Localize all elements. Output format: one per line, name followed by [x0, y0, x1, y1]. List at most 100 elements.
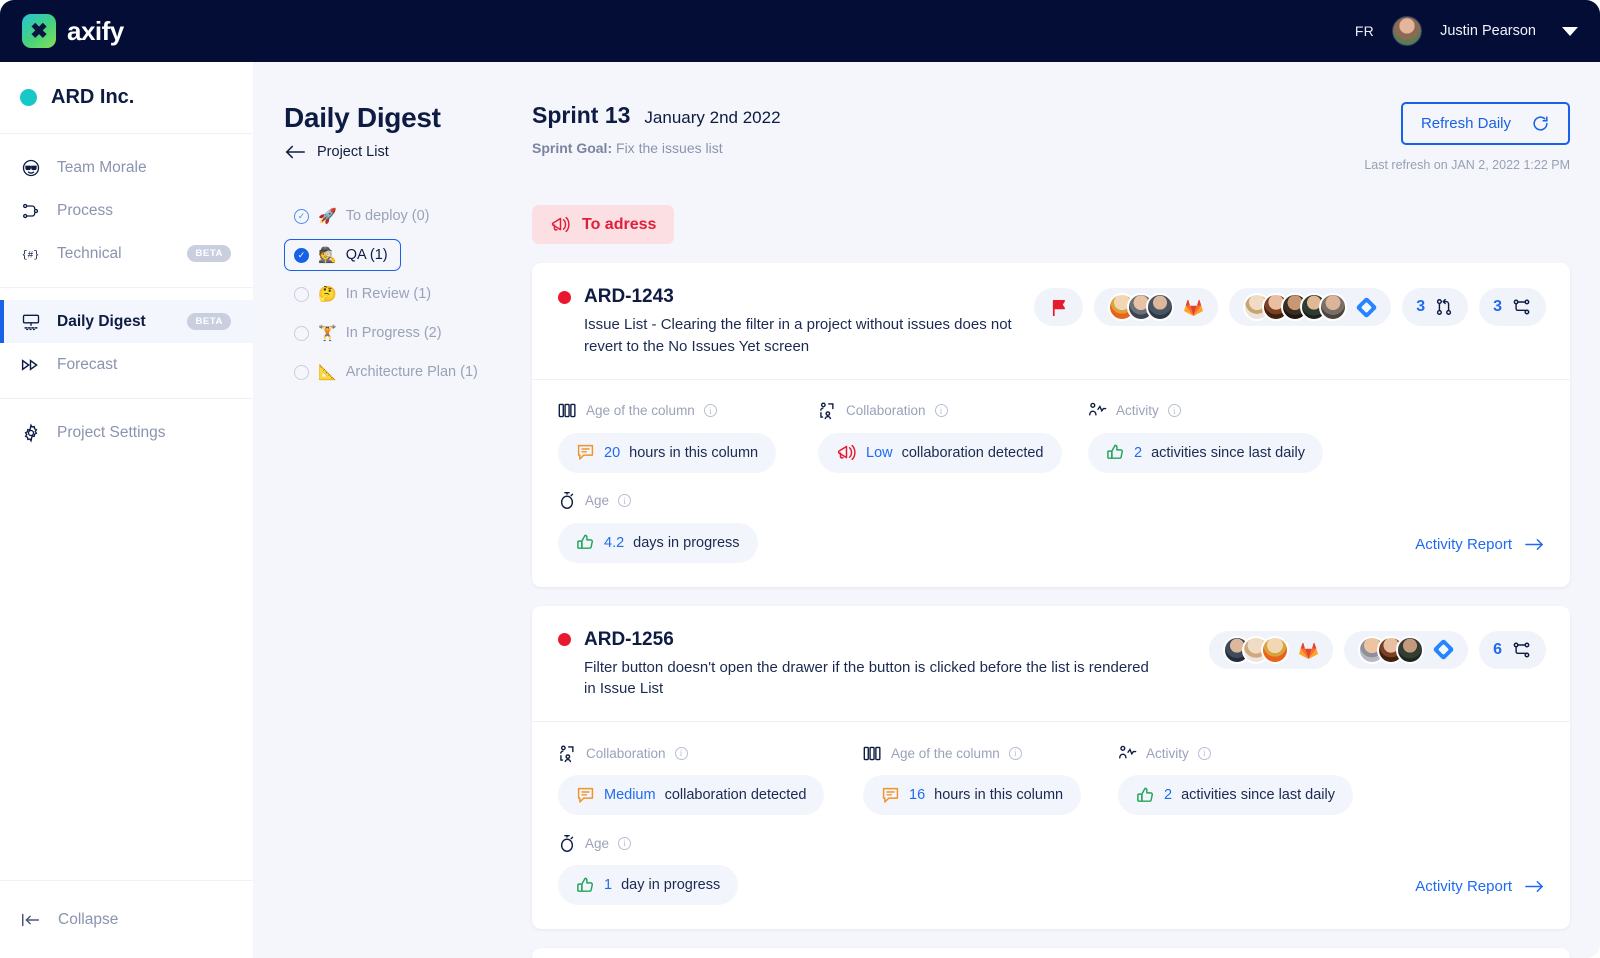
activity-report-link[interactable]: Activity Report: [1415, 878, 1544, 905]
sidebar-item-technical[interactable]: {#} Technical BETA: [0, 232, 253, 275]
branch-count: 3: [1493, 298, 1502, 316]
issue-type-dot-icon: [558, 291, 571, 304]
jira-contributors-chip[interactable]: [1344, 631, 1468, 669]
nav-group-insights: Team Morale Process {#}: [0, 134, 253, 288]
issue-card-header-left: ARD-1243 Issue List - Clearing the filte…: [558, 286, 1034, 358]
arrow-right-icon: [1525, 880, 1544, 893]
issue-card[interactable]: ARD-1256 Filter button doesn't open the …: [532, 606, 1570, 930]
organization-header[interactable]: ARD Inc.: [0, 62, 253, 134]
sidebar-item-daily-digest[interactable]: Daily Digest BETA: [0, 300, 253, 343]
filter-qa[interactable]: ✓ 🕵️ QA (1): [284, 239, 401, 271]
issue-key[interactable]: ARD-1256: [584, 629, 674, 651]
rocket-icon: 🚀: [318, 209, 337, 224]
metric-value: 20: [604, 445, 620, 461]
avatar-stack: [1223, 636, 1289, 664]
to-address-label: To adress: [582, 216, 656, 234]
info-icon[interactable]: i: [1168, 404, 1181, 417]
filter-architecture-plan[interactable]: 📐 Architecture Plan (1): [284, 356, 491, 388]
metric-age: Age i 1 day in progress: [558, 832, 738, 905]
arrow-left-icon: [284, 145, 306, 159]
filter-label: In Progress (2): [346, 325, 442, 341]
metric-head: Collaboration i: [818, 400, 1088, 422]
issue-card-body: Collaboration i Medium collabo: [532, 722, 1570, 929]
info-icon[interactable]: i: [1009, 747, 1022, 760]
metric-label: Collaboration: [586, 746, 666, 761]
flag-icon: [1050, 298, 1067, 317]
avatar-stack: [1108, 293, 1174, 321]
avatar: [1261, 636, 1289, 664]
metric-row: Collaboration i Medium collabo: [558, 742, 1544, 815]
sidebar-item-forecast[interactable]: Forecast: [0, 343, 253, 386]
check-circle-icon: ✓: [294, 209, 309, 224]
note-icon: [576, 443, 595, 462]
avatar: [1396, 636, 1424, 664]
status-filter-list: ✓ 🚀 To deploy (0) ✓ 🕵️ QA (1) 🤔 In Revie…: [284, 200, 518, 388]
presentation-board-icon: [20, 311, 41, 332]
gitlab-icon: [1183, 297, 1204, 317]
info-icon[interactable]: i: [935, 404, 948, 417]
branch-chip[interactable]: 3: [1479, 288, 1546, 326]
megaphone-icon: [836, 443, 857, 462]
fast-forward-icon: [20, 354, 41, 375]
metric-head: Age of the column i: [558, 400, 818, 422]
info-icon[interactable]: i: [1198, 747, 1211, 760]
info-icon[interactable]: i: [618, 837, 631, 850]
user-name: Justin Pearson: [1440, 23, 1536, 39]
jira-icon: [1433, 639, 1454, 660]
sidebar-item-process[interactable]: Process: [0, 189, 253, 232]
activity-icon: [1118, 744, 1137, 763]
columns-icon: [863, 745, 882, 762]
refresh-daily-button[interactable]: Refresh Daily: [1401, 102, 1570, 145]
filter-to-deploy[interactable]: ✓ 🚀 To deploy (0): [284, 200, 443, 232]
merge-request-chip[interactable]: 3: [1402, 288, 1468, 326]
avatar[interactable]: [1392, 16, 1422, 46]
issue-card[interactable]: ARD-1243 Issue List - Clearing the filte…: [532, 263, 1570, 587]
sidebar-item-label: Forecast: [57, 356, 117, 374]
gitlab-contributors-chip[interactable]: [1209, 631, 1333, 669]
filter-label: To deploy (0): [346, 208, 430, 224]
sidebar-item-project-settings[interactable]: Project Settings: [0, 411, 253, 454]
issue-key[interactable]: ARD-1243: [584, 286, 674, 308]
filter-label: QA (1): [346, 247, 388, 263]
branch-chip[interactable]: 6: [1479, 631, 1546, 669]
breadcrumb[interactable]: Project List: [284, 144, 518, 160]
age-row: Age i 1 day in progress: [558, 832, 1544, 905]
metric-label: Age: [585, 836, 609, 851]
metric-text: hours in this column: [934, 787, 1063, 803]
collapse-sidebar-button[interactable]: Collapse: [0, 880, 253, 958]
activity-report-link[interactable]: Activity Report: [1415, 536, 1544, 563]
issue-card-partial[interactable]: [532, 948, 1570, 958]
metric-label: Collaboration: [846, 403, 926, 418]
app-window: ✖ axify FR Justin Pearson ARD Inc.: [0, 0, 1600, 958]
stopwatch-icon: [558, 834, 576, 853]
sidebar-item-team-morale[interactable]: Team Morale: [0, 146, 253, 189]
code-braces-icon: {#}: [20, 243, 41, 264]
issue-card-header: ARD-1256 Filter button doesn't open the …: [532, 606, 1570, 722]
metric-value: 16: [909, 787, 925, 803]
metric-pill: Low collaboration detected: [818, 433, 1062, 473]
info-icon[interactable]: i: [618, 494, 631, 507]
filter-in-review[interactable]: 🤔 In Review (1): [284, 278, 444, 310]
info-icon[interactable]: i: [704, 404, 717, 417]
metric-head: Activity i: [1118, 742, 1353, 764]
metric-text: days in progress: [633, 535, 739, 551]
branch-icon: [1511, 640, 1532, 660]
jira-contributors-chip[interactable]: [1229, 288, 1391, 326]
issue-key-row: ARD-1243: [558, 286, 1034, 308]
language-switcher[interactable]: FR: [1355, 23, 1374, 39]
chevron-down-icon[interactable]: [1562, 27, 1578, 36]
radio-empty-icon: [294, 287, 309, 302]
info-icon[interactable]: i: [675, 747, 688, 760]
filter-in-progress[interactable]: 🏋️ In Progress (2): [284, 317, 455, 349]
branch-count: 6: [1493, 641, 1502, 659]
sprint-goal: Sprint Goal: Fix the issues list: [532, 140, 781, 156]
brand-logo[interactable]: ✖ axify: [22, 14, 124, 48]
process-flow-icon: [20, 200, 41, 221]
megaphone-icon: [550, 215, 571, 234]
metric-collaboration: Collaboration i: [818, 400, 1088, 473]
metric-activity: Activity i 2 activities since: [1088, 400, 1323, 473]
issue-summary: Filter button doesn't open the drawer if…: [584, 657, 1164, 701]
refresh-area: Refresh Daily Last refresh on JAN 2, 202…: [1364, 102, 1570, 172]
flag-chip[interactable]: [1034, 288, 1083, 326]
gitlab-contributors-chip[interactable]: [1094, 288, 1218, 326]
